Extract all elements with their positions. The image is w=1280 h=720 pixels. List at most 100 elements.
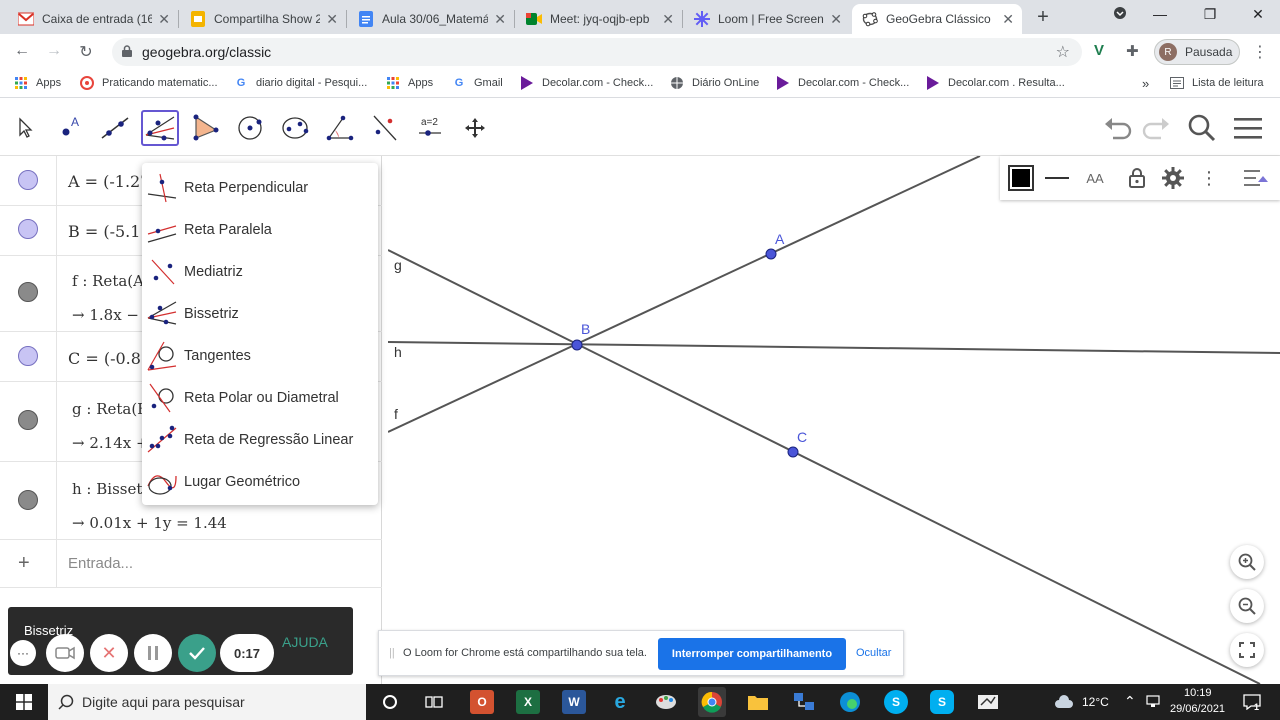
- close-icon[interactable]: ✕: [662, 11, 674, 28]
- visibility-toggle[interactable]: [18, 219, 38, 239]
- bookmark-diario-online[interactable]: Diário OnLine: [670, 76, 759, 90]
- whiteboard-icon[interactable]: [976, 690, 1000, 714]
- bookmark-diario-digital[interactable]: G diario digital - Pesqui...: [234, 76, 368, 90]
- tab-meet[interactable]: Meet: jyq-oqjb-epb ✕: [516, 4, 682, 34]
- tab-slides[interactable]: Compartilha Show 20 ✕: [180, 4, 346, 34]
- settings-gear-icon[interactable]: [1158, 164, 1188, 192]
- task-view-icon[interactable]: [422, 690, 446, 714]
- fullscreen-button[interactable]: [1230, 633, 1264, 667]
- excel-icon[interactable]: X: [516, 690, 540, 714]
- loom-cancel-button[interactable]: ✕: [90, 634, 128, 672]
- algebra-expression[interactable]: C = (-0.8: [68, 349, 141, 368]
- bookmark-decolar-3[interactable]: Decolar.com . Resulta...: [926, 76, 1065, 90]
- network-icon[interactable]: [1146, 694, 1160, 711]
- file-explorer-icon[interactable]: [746, 690, 770, 714]
- visibility-toggle[interactable]: [18, 282, 38, 302]
- reload-icon[interactable]: ↻: [76, 42, 96, 62]
- tab-gmail[interactable]: Caixa de entrada (164 ✕: [8, 4, 178, 34]
- hide-button[interactable]: Ocultar: [856, 647, 891, 659]
- visibility-toggle[interactable]: [18, 490, 38, 510]
- visibility-toggle[interactable]: [18, 346, 38, 366]
- graphics-view[interactable]: A B C g h f: [388, 156, 1280, 684]
- omnibox[interactable]: geogebra.org/classic ☆: [112, 38, 1082, 66]
- loom-finish-button[interactable]: [178, 634, 216, 672]
- internet-explorer-icon[interactable]: e: [608, 690, 632, 714]
- point-tool-button[interactable]: A: [51, 110, 89, 146]
- angle-tool-button[interactable]: [321, 110, 359, 146]
- menu-item-regressao-linear[interactable]: Reta de Regressão Linear: [142, 419, 378, 461]
- reading-list-button[interactable]: Lista de leitura: [1170, 76, 1264, 90]
- move-view-tool-button[interactable]: [456, 110, 494, 146]
- lock-icon[interactable]: [1122, 164, 1152, 192]
- circle-tool-button[interactable]: [231, 110, 269, 146]
- tab-docs[interactable]: Aula 30/06_Matemát ✕: [348, 4, 514, 34]
- bisector-tool-button[interactable]: [141, 110, 179, 146]
- slider-tool-button[interactable]: a=2: [411, 110, 449, 146]
- ellipse-tool-button[interactable]: [276, 110, 314, 146]
- zoom-in-button[interactable]: [1230, 545, 1264, 579]
- windows-start-icon[interactable]: [12, 690, 36, 714]
- profile-button[interactable]: R Pausada: [1154, 39, 1240, 65]
- style-bar-toggle-icon[interactable]: [1240, 164, 1270, 192]
- close-window-icon[interactable]: ✕: [1248, 6, 1268, 23]
- menu-item-mediatriz[interactable]: Mediatriz: [142, 251, 378, 293]
- visibility-toggle[interactable]: [18, 410, 38, 430]
- close-icon[interactable]: ✕: [1002, 11, 1014, 28]
- notification-center-icon[interactable]: 1: [1240, 690, 1264, 714]
- skype-icon[interactable]: S: [884, 690, 908, 714]
- new-tab-button[interactable]: +: [1032, 6, 1054, 29]
- point-c[interactable]: [787, 446, 799, 458]
- restore-icon[interactable]: ❐: [1200, 6, 1220, 23]
- stop-sharing-button[interactable]: Interromper compartilhamento: [658, 638, 846, 670]
- word-icon[interactable]: W: [562, 690, 586, 714]
- menu-item-reta-perpendicular[interactable]: Reta Perpendicular: [142, 167, 378, 209]
- add-icon[interactable]: +: [18, 552, 30, 575]
- line-h[interactable]: [388, 341, 1280, 354]
- bookmark-apps[interactable]: Apps: [14, 76, 61, 90]
- reflect-tool-button[interactable]: [366, 110, 404, 146]
- browser-menu-icon[interactable]: ⋮: [1252, 42, 1268, 62]
- menu-item-reta-paralela[interactable]: Reta Paralela: [142, 209, 378, 251]
- menu-item-bissetriz[interactable]: Bissetriz: [142, 293, 378, 335]
- cortana-icon[interactable]: [378, 690, 402, 714]
- tab-search-icon[interactable]: [1110, 6, 1130, 23]
- skype-business-icon[interactable]: S: [930, 690, 954, 714]
- zoom-out-button[interactable]: [1230, 589, 1264, 623]
- clock-date[interactable]: 29/06/2021: [1170, 703, 1225, 715]
- label-style-button[interactable]: AA: [1080, 164, 1110, 192]
- polygon-tool-button[interactable]: [186, 110, 224, 146]
- menu-item-lugar-geometrico[interactable]: Lugar Geométrico: [142, 461, 378, 503]
- loom-more-button[interactable]: ···: [10, 640, 36, 666]
- loom-pause-button[interactable]: [134, 634, 172, 672]
- close-icon[interactable]: ✕: [494, 11, 506, 28]
- outlook-icon[interactable]: O: [470, 690, 494, 714]
- bookmark-apps-2[interactable]: Apps: [386, 76, 433, 90]
- menu-item-reta-polar[interactable]: Reta Polar ou Diametral: [142, 377, 378, 419]
- minimize-icon[interactable]: —: [1150, 6, 1170, 22]
- close-icon[interactable]: ✕: [158, 11, 170, 28]
- help-link[interactable]: AJUDA: [282, 634, 328, 650]
- forward-arrow-icon[interactable]: →: [44, 42, 64, 60]
- visibility-toggle[interactable]: [18, 170, 38, 190]
- bookmark-star-icon[interactable]: ☆: [1056, 42, 1070, 62]
- extensions-puzzle-icon[interactable]: ✚: [1126, 42, 1139, 60]
- algebra-expression[interactable]: B = (-5.1: [68, 222, 140, 241]
- bookmarks-overflow[interactable]: »: [1142, 76, 1149, 91]
- bookmark-decolar-1[interactable]: Decolar.com - Check...: [520, 76, 653, 90]
- taskbar-search-box[interactable]: Digite aqui para pesquisar: [48, 684, 366, 720]
- tray-expand-icon[interactable]: ⌃: [1124, 693, 1136, 710]
- tab-loom[interactable]: Loom | Free Screen & ✕: [684, 4, 850, 34]
- line-style-button[interactable]: [1042, 164, 1072, 192]
- line-g[interactable]: [388, 249, 1261, 684]
- more-options-icon[interactable]: ⋮: [1194, 164, 1224, 192]
- edge-icon[interactable]: [838, 690, 862, 714]
- color-picker-button[interactable]: [1006, 164, 1036, 192]
- input-bar[interactable]: Entrada...: [68, 555, 133, 572]
- tab-geogebra[interactable]: GeoGebra Clássico ✕: [852, 4, 1022, 34]
- search-icon[interactable]: [1186, 112, 1218, 144]
- clock-time[interactable]: 10:19: [1184, 687, 1212, 699]
- menu-item-tangentes[interactable]: Tangentes: [142, 335, 378, 377]
- point-b[interactable]: [571, 339, 583, 351]
- extension-v-icon[interactable]: V: [1094, 42, 1104, 59]
- undo-icon[interactable]: [1102, 112, 1134, 144]
